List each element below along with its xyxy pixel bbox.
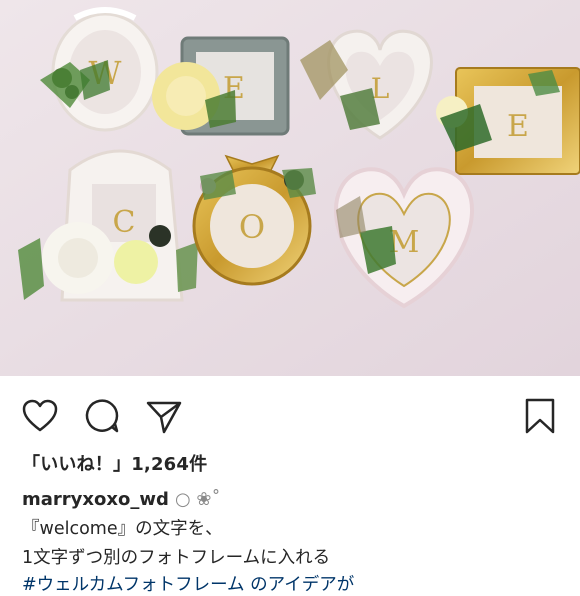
heart-icon[interactable]	[20, 396, 60, 436]
frame-letter-o: O	[239, 208, 265, 246]
caption-line-1: 『welcome』の文字を、	[22, 519, 223, 539]
username-emoji: ○ ❀˚	[175, 489, 221, 510]
post-photo[interactable]: W E L E	[0, 0, 580, 376]
post-actions	[0, 376, 580, 452]
frame-e2: E	[436, 67, 580, 175]
likes-count[interactable]: 「いいね！」1,264件	[22, 450, 207, 476]
caption-line-2: 1文字ずつ別のフォトフレームに入れる	[22, 548, 331, 568]
comment-icon[interactable]	[82, 396, 122, 436]
share-icon[interactable]	[144, 396, 184, 436]
caption-hashtag-line[interactable]: #ウェルカムフォトフレーム のアイデアが	[22, 571, 354, 596]
bookmark-icon[interactable]	[520, 396, 560, 436]
caption-username[interactable]: marryxoxo_wd	[22, 489, 169, 510]
frame-letter-e2: E	[507, 109, 529, 144]
frame-letter-c: C	[113, 205, 136, 240]
